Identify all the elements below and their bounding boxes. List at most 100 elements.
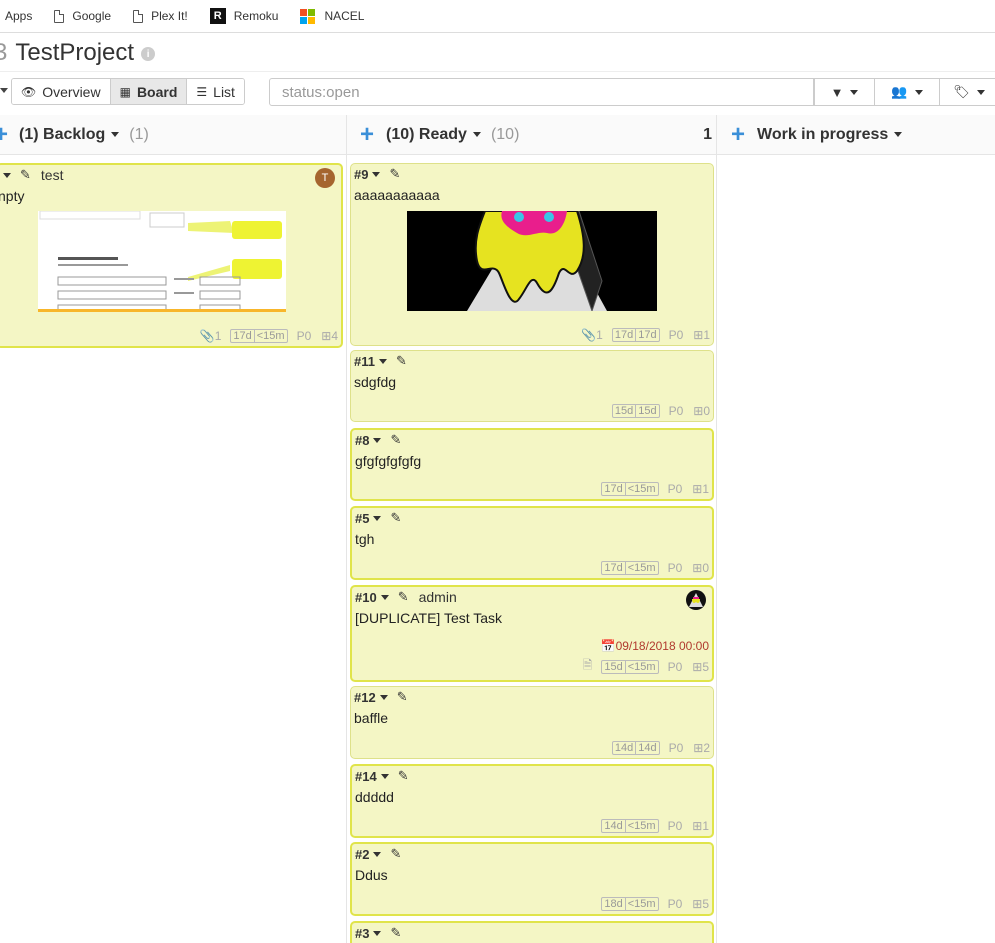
chevron-down-icon[interactable] xyxy=(378,358,387,364)
card-id[interactable]: #8 xyxy=(355,433,369,448)
overview-button[interactable]: 👁 Overview xyxy=(12,79,111,104)
edit-icon[interactable]: ✎ xyxy=(390,432,401,448)
task-card[interactable]: #14 ✎ ddddd 14d <15m P0 ⊞1 xyxy=(350,764,714,838)
edit-icon[interactable]: ✎ xyxy=(396,353,407,369)
subtask-icon: ⊞ xyxy=(692,561,703,575)
spent-value: 14d xyxy=(638,742,657,754)
users-filter-button[interactable]: 👥 xyxy=(874,78,940,106)
chevron-down-icon[interactable] xyxy=(472,132,481,137)
task-card[interactable]: #12 ✎ baffle 14d 14d P0 ⊞2 xyxy=(350,686,714,759)
edit-icon[interactable]: ✎ xyxy=(390,925,401,941)
card-id[interactable]: #2 xyxy=(355,847,369,862)
edit-icon[interactable]: ✎ xyxy=(389,166,400,182)
task-card[interactable]: #8 ✎ gfgfgfgfgfg 17d <15m P0 ⊞1 xyxy=(350,428,714,501)
eye-icon: 👁 xyxy=(21,84,37,99)
bookmark-google[interactable]: Google xyxy=(54,0,111,33)
card-footer: 14d <15m P0 ⊞1 xyxy=(601,819,709,833)
card-header: #8 ✎ xyxy=(355,432,401,448)
card-id[interactable]: #3 xyxy=(355,926,369,941)
board-button[interactable]: ▦ Board xyxy=(110,79,188,104)
card-footer: 15d 15d P0 ⊞0 xyxy=(611,404,710,418)
bookmark-nacel[interactable]: NACEL xyxy=(300,0,364,33)
task-card[interactable]: #11 ✎ sdgfdg 15d 15d P0 ⊞0 xyxy=(350,350,714,422)
card-id[interactable]: #11 xyxy=(354,354,375,369)
chevron-down-icon[interactable] xyxy=(0,88,8,93)
bookmark-apps[interactable]: Apps xyxy=(5,0,32,33)
task-card[interactable]: #5 ✎ tgh 17d <15m P0 ⊞0 xyxy=(350,506,714,580)
edit-icon[interactable]: ✎ xyxy=(20,167,31,183)
priority: P0 xyxy=(667,819,683,833)
chevron-down-icon[interactable] xyxy=(379,694,388,700)
subtask-count: ⊞1 xyxy=(693,328,710,342)
info-icon[interactable]: i xyxy=(141,47,156,61)
card-title: Ddus xyxy=(355,867,388,883)
card-footer: 18d <15m P0 ⊞5 xyxy=(601,897,709,911)
time-estimate: 17d <15m xyxy=(601,561,659,575)
card-header: #10 ✎ admin xyxy=(355,589,457,605)
page-icon xyxy=(54,9,65,23)
description-icon: 🗎 xyxy=(582,658,593,672)
chevron-down-icon[interactable] xyxy=(373,851,382,857)
column-title[interactable]: (1) Backlog xyxy=(19,126,105,144)
page-icon xyxy=(133,9,144,23)
add-task-icon[interactable]: + xyxy=(360,122,374,147)
card-id[interactable]: #5 xyxy=(355,511,369,526)
chevron-down-icon[interactable] xyxy=(380,594,389,600)
card-footer: 14d 14d P0 ⊞2 xyxy=(611,741,710,755)
task-card[interactable]: ✎ test T npty 📎1 17d <15m P0 ⊞4 xyxy=(0,163,343,348)
chevron-down-icon[interactable] xyxy=(3,172,11,178)
chevron-down-icon[interactable] xyxy=(373,515,382,521)
chevron-down-icon[interactable] xyxy=(111,132,120,137)
subtask-icon: ⊞ xyxy=(321,329,332,343)
edit-icon[interactable]: ✎ xyxy=(398,768,409,784)
subtask-count: ⊞5 xyxy=(692,660,709,674)
card-id[interactable]: #9 xyxy=(354,167,368,182)
column-title[interactable]: (10) Ready xyxy=(386,126,467,144)
add-task-icon[interactable]: + xyxy=(731,122,745,147)
list-button[interactable]: ☰ List xyxy=(187,79,244,104)
time-estimate: 15d <15m xyxy=(601,659,659,674)
remoku-logo-icon: R xyxy=(209,8,226,24)
page-title: TestProject xyxy=(15,38,135,66)
task-card[interactable]: #9 ✎ aaaaaaaaaaa 📎1 17d 17d P0 ⊞1 xyxy=(350,163,714,346)
task-card[interactable]: #2 ✎ Ddus 18d <15m P0 ⊞5 xyxy=(350,842,714,916)
avatar-image xyxy=(689,593,703,607)
edit-icon[interactable]: ✎ xyxy=(390,510,401,526)
subtask-count-value: 1 xyxy=(703,328,710,342)
attachment-preview xyxy=(38,211,286,312)
subtask-count-value: 1 xyxy=(702,819,709,833)
task-card[interactable]: #10 ✎ admin [DUPLICATE] Test Task 📅09/18… xyxy=(350,585,714,682)
filter-button[interactable]: ▼ xyxy=(814,78,875,106)
card-title: baffle xyxy=(354,710,388,726)
tags-filter-button[interactable]: 🏷 xyxy=(939,78,995,106)
view-switcher: 👁 Overview ▦ Board ☰ List xyxy=(11,78,245,105)
subtask-count: ⊞5 xyxy=(692,897,709,911)
edit-icon[interactable]: ✎ xyxy=(390,846,401,862)
column-title[interactable]: Work in progress xyxy=(757,126,888,144)
card-id[interactable]: #12 xyxy=(354,690,376,705)
avatar xyxy=(686,590,706,610)
chevron-down-icon[interactable] xyxy=(380,773,389,779)
add-task-icon[interactable]: + xyxy=(0,122,8,147)
bookmark-label: Google xyxy=(72,9,112,23)
chevron-down-icon[interactable] xyxy=(373,930,382,936)
edit-icon[interactable]: ✎ xyxy=(398,589,409,605)
bookmark-remoku[interactable]: R Remoku xyxy=(209,0,278,33)
chevron-down-icon[interactable] xyxy=(372,171,381,177)
task-card[interactable]: #3 ✎ xyxy=(350,921,714,943)
bookmark-plex-it[interactable]: Plex It! xyxy=(133,0,188,33)
card-id[interactable]: #10 xyxy=(355,590,377,605)
card-id[interactable]: #14 xyxy=(355,769,377,784)
subtask-count-value: 0 xyxy=(702,561,709,575)
chevron-down-icon[interactable] xyxy=(894,132,903,137)
estimate-value: 18d xyxy=(602,898,626,910)
bookmarks-bar: Apps Google Plex It! R Remoku NACEL xyxy=(0,0,995,33)
spent-value: <15m xyxy=(256,330,285,342)
card-title: ddddd xyxy=(355,789,394,805)
bookmark-label: Apps xyxy=(5,9,33,23)
edit-icon[interactable]: ✎ xyxy=(397,689,408,705)
card-footer: 🗎 15d <15m P0 ⊞5 xyxy=(583,656,709,677)
chevron-down-icon[interactable] xyxy=(373,437,382,443)
chevron-down-icon xyxy=(976,89,985,95)
search-input[interactable] xyxy=(269,78,814,106)
